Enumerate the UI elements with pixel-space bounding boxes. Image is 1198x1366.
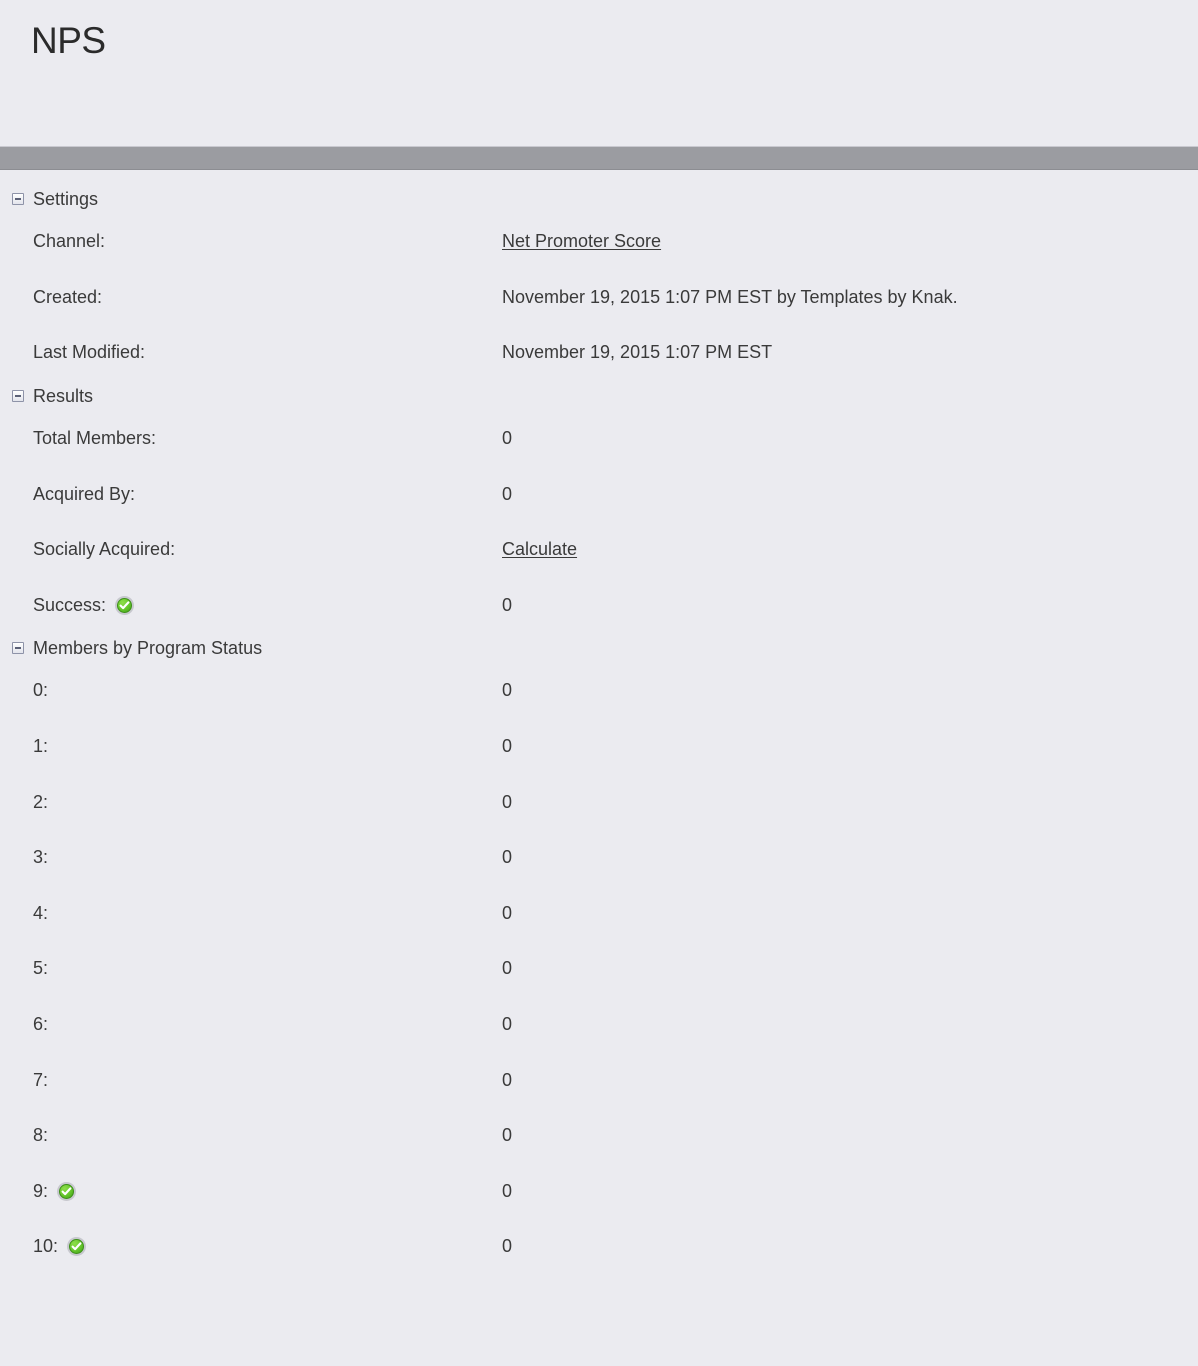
section-header-results[interactable]: Results: [0, 381, 1198, 411]
detail-row-value: 0: [502, 594, 513, 615]
section-title: Members by Program Status: [33, 638, 263, 659]
success-check-icon: [57, 1181, 77, 1201]
detail-row-value: November 19, 2015 1:07 PM EST by Templat…: [502, 286, 958, 307]
detail-row-icon-slot: [57, 1181, 77, 1201]
detail-row-label: Success:: [33, 594, 107, 615]
detail-row: 7: 0: [0, 1052, 1198, 1108]
detail-row: Socially Acquired: Calculate: [0, 522, 1198, 578]
detail-row: Last Modified: November 19, 2015 1:07 PM …: [0, 325, 1198, 381]
detail-row: 4: 0: [0, 886, 1198, 942]
detail-row-icon-slot: [115, 595, 135, 615]
detail-row: Created: November 19, 2015 1:07 PM EST by…: [0, 270, 1198, 326]
detail-row-label: Total Members:: [33, 428, 157, 449]
detail-row-label: Channel:: [33, 231, 106, 252]
detail-row-value: 0: [502, 1014, 513, 1035]
section-rows-settings: Channel: Net Promoter Score Created: Novemb…: [0, 214, 1198, 381]
sections-container: Settings Channel: Net Promoter Score Create…: [0, 184, 1198, 1275]
detail-row-value: 0: [502, 1180, 513, 1201]
section-rows-members-by-program-status: 0: 0 1: 0 2: 0 3: 0 4: 0 5: 0 6: 0 7: 0 8: 0 9: 0 10: 0: [0, 663, 1198, 1275]
detail-row-inner: 8: 0: [33, 1125, 1198, 1146]
detail-row: 8: 0: [0, 1108, 1198, 1164]
detail-row-label: 8:: [33, 1125, 49, 1146]
detail-row-label: Acquired By:: [33, 483, 136, 504]
page-header: NPS: [0, 0, 1198, 146]
success-check-icon: [67, 1237, 87, 1257]
detail-row-inner: 1: 0: [33, 736, 1198, 757]
section-title: Results: [33, 385, 94, 406]
detail-row: 5: 0: [0, 941, 1198, 997]
section-header-members-by-program-status[interactable]: Members by Program Status: [0, 633, 1198, 663]
detail-row-inner: 4: 0: [33, 903, 1198, 924]
section-rows-results: Total Members: 0 Acquired By: 0 Socially Acq…: [0, 411, 1198, 633]
detail-row-label: 3:: [33, 847, 49, 868]
detail-panel: Settings Channel: Net Promoter Score Create…: [0, 170, 1198, 1275]
detail-row: 1: 0: [0, 719, 1198, 775]
detail-row-inner: Created: November 19, 2015 1:07 PM EST by…: [33, 287, 1198, 308]
page-title: NPS: [31, 20, 106, 61]
detail-row-inner: Total Members: 0: [33, 428, 1198, 449]
detail-row-label: 9:: [33, 1180, 49, 1201]
section-header-settings[interactable]: Settings: [0, 184, 1198, 214]
detail-row: 2: 0: [0, 774, 1198, 830]
detail-row-value: 0: [502, 958, 513, 979]
detail-row: Acquired By: 0: [0, 466, 1198, 522]
detail-row-icon-slot: [67, 1237, 87, 1257]
detail-row-value: 0: [502, 902, 513, 923]
section-title: Settings: [33, 189, 99, 209]
detail-row-label: 5:: [33, 958, 49, 979]
detail-row-inner: Socially Acquired: Calculate: [33, 539, 1198, 560]
detail-row-inner: Channel: Net Promoter Score: [33, 231, 1198, 252]
detail-row-value: 0: [502, 1069, 513, 1090]
detail-row-value: 0: [502, 1125, 513, 1146]
detail-row-value: 0: [502, 428, 513, 449]
collapse-box-icon[interactable]: [12, 389, 24, 402]
detail-row-label: 1:: [33, 736, 49, 757]
detail-row-value: 0: [502, 791, 513, 812]
detail-row-label: Created:: [33, 286, 103, 307]
detail-row-value: 0: [502, 736, 513, 757]
detail-row: 10: 0: [0, 1219, 1198, 1275]
collapse-box-icon[interactable]: [12, 642, 24, 655]
detail-row-inner: 5: 0: [33, 958, 1198, 979]
detail-row-inner: 10: 0: [33, 1236, 1198, 1257]
detail-row-inner: 2: 0: [33, 792, 1198, 813]
detail-row: 3: 0: [0, 830, 1198, 886]
detail-row-label: Last Modified:: [33, 342, 146, 363]
detail-row-label: 6:: [33, 1014, 49, 1035]
detail-row-inner: 0: 0: [33, 680, 1198, 701]
detail-row-value: 0: [502, 1236, 513, 1257]
detail-row-label: 7:: [33, 1069, 49, 1090]
detail-row-value: November 19, 2015 1:07 PM EST: [502, 342, 773, 363]
detail-row-label: Socially Acquired:: [33, 539, 176, 560]
detail-row-label: 10:: [33, 1236, 59, 1257]
detail-row-link[interactable]: Calculate: [502, 539, 577, 560]
detail-row: 0: 0: [0, 663, 1198, 719]
detail-row: Success: 0: [0, 578, 1198, 634]
detail-row: Total Members: 0: [0, 411, 1198, 467]
detail-row-value: 0: [502, 483, 513, 504]
detail-row: 6: 0: [0, 997, 1198, 1053]
success-check-icon: [115, 595, 135, 615]
detail-row-inner: Acquired By: 0: [33, 484, 1198, 505]
detail-row: 9: 0: [0, 1164, 1198, 1220]
detail-row-link[interactable]: Net Promoter Score: [502, 231, 661, 252]
detail-row: Channel: Net Promoter Score: [0, 214, 1198, 270]
header-divider-band: [0, 146, 1198, 170]
detail-row-label: 0:: [33, 680, 49, 701]
detail-row-inner: 6: 0: [33, 1014, 1198, 1035]
detail-row-value: 0: [502, 847, 513, 868]
collapse-box-icon[interactable]: [12, 193, 24, 205]
detail-row-inner: 3: 0: [33, 847, 1198, 868]
detail-row-inner: 7: 0: [33, 1070, 1198, 1091]
detail-row-value: 0: [502, 680, 513, 701]
detail-row-label: 2:: [33, 791, 49, 812]
detail-row-label: 4:: [33, 902, 49, 923]
detail-row-inner: Success: 0: [33, 595, 1198, 616]
detail-row-inner: Last Modified: November 19, 2015 1:07 PM …: [33, 342, 1198, 363]
detail-row-inner: 9: 0: [33, 1181, 1198, 1202]
